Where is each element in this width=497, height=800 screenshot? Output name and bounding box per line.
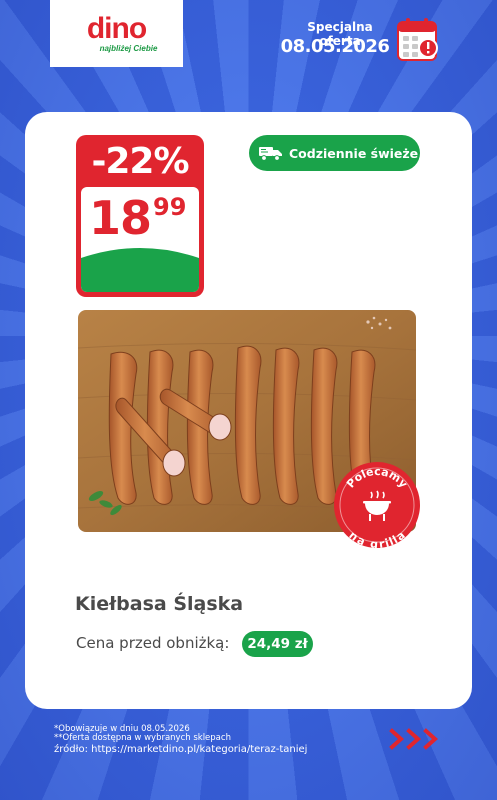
discount-label: -22% xyxy=(91,141,189,182)
footer-availability-note: **Oferta dostępna w wybranych sklepach xyxy=(54,733,231,743)
footer-source-link[interactable]: źródło: https://marketdino.pl/kategoria/… xyxy=(54,744,307,755)
price-box: 18 99 xyxy=(81,187,199,292)
price-box-green-wave xyxy=(81,248,199,292)
grill-recommendation-badge: Polecamy na grilla xyxy=(334,462,420,549)
delivery-truck-icon xyxy=(259,147,282,161)
logo-tagline: najbliżej Ciebie xyxy=(99,43,158,53)
fresh-daily-badge: Codziennie świeże xyxy=(249,135,420,171)
offer-date: 08.05.2026 xyxy=(280,36,390,57)
product-name: Kiełbasa Śląska xyxy=(75,593,244,615)
price-tag: -22% 18 99 xyxy=(76,135,204,297)
old-price-label: Cena przed obniżką: xyxy=(76,634,230,652)
dino-logo[interactable]: dino najbliżej Ciebie xyxy=(50,0,183,67)
logo-wordmark: dino xyxy=(86,11,147,45)
price-cents: 99 xyxy=(153,193,187,221)
fresh-daily-label: Codziennie świeże xyxy=(289,145,419,161)
price-main: 18 xyxy=(89,191,152,245)
old-price-value: 24,49 zł xyxy=(242,631,313,657)
calendar-alert-icon xyxy=(397,18,438,61)
triple-chevron-right-icon[interactable] xyxy=(388,727,446,751)
